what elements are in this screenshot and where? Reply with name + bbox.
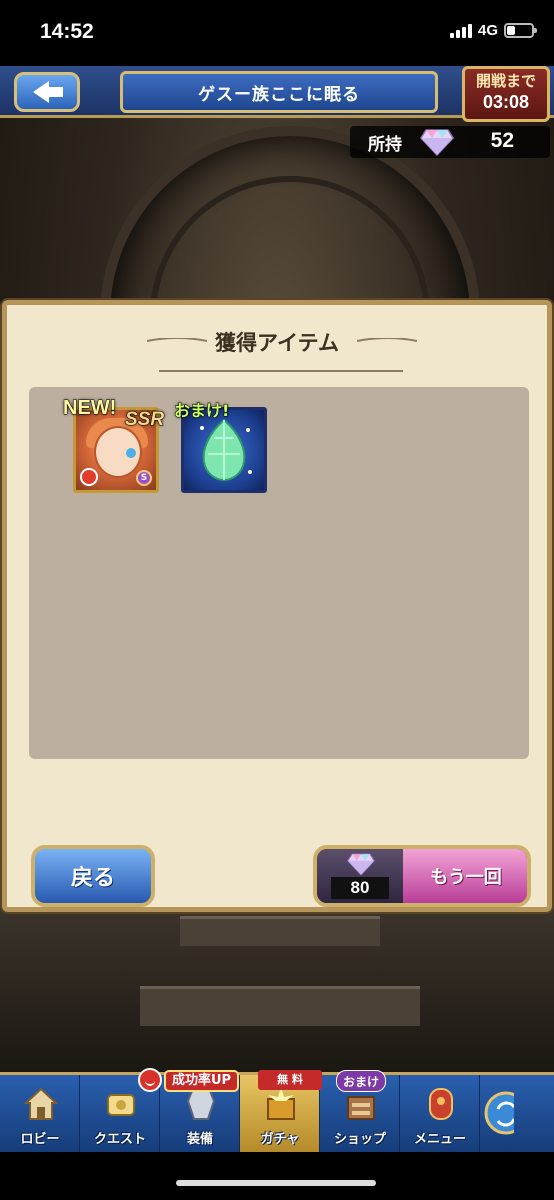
nav-lobby-label: ロビー [20, 1132, 60, 1147]
balance-label: 所持 [368, 135, 402, 155]
new-tag: NEW! [62, 397, 117, 420]
nav-equipment-label: 装備 [186, 1132, 213, 1147]
free-badge: 無 料 [258, 1070, 322, 1090]
back-arrow-button[interactable] [14, 72, 80, 112]
bonus-tag: おまけ! [173, 401, 230, 421]
draw-cost: 80 [317, 849, 403, 903]
gem-icon [420, 129, 454, 156]
nav-quest-label: クエスト [93, 1132, 146, 1147]
title-divider [159, 370, 403, 372]
home-indicator[interactable] [176, 1180, 376, 1186]
nav-menu-label: メニュー [413, 1132, 466, 1147]
success-up-badge: 成功率UP [164, 1070, 240, 1092]
nav-gacha-label: ガチャ [260, 1132, 300, 1147]
network-type: 4G [477, 22, 498, 39]
gem-balance: 所持 52 [350, 126, 550, 158]
event-timer-time: 03:08 [482, 92, 530, 112]
stone-step [140, 986, 420, 1026]
gem-icon [347, 853, 375, 876]
menu-icon [429, 1088, 453, 1120]
back-button[interactable]: 戻る [31, 845, 155, 907]
items-list: S NEW! SSR おまけ! [29, 387, 529, 759]
stone-step [180, 916, 380, 946]
result-panel: 獲得アイテム S NEW! SSR おまけ! 戻る 80 もう一回 [2, 300, 552, 912]
stage-title: ゲスー族ここに眠る [120, 71, 438, 113]
rank-icon: S [136, 470, 152, 486]
gacha-icon [267, 1087, 295, 1120]
bonus-badge: おまけ [336, 1070, 387, 1092]
nav-menu[interactable]: メニュー [400, 1075, 480, 1152]
event-timer[interactable]: 開戦まで 03:08 [462, 66, 550, 122]
quest-icon [107, 1094, 135, 1116]
draw-cost-value: 80 [331, 877, 389, 899]
title-ornament-right [357, 338, 417, 342]
battery-icon [504, 23, 537, 38]
lobby-icon [24, 1087, 58, 1120]
panel-title: 獲得アイテム [215, 331, 339, 355]
draw-again-button[interactable]: もう一回 [403, 849, 527, 903]
draw-again-group: 80 もう一回 [313, 845, 531, 907]
nav-shop-label: ショップ [333, 1132, 386, 1147]
status-indicators: 4G [449, 22, 537, 39]
balance-value: 52 [490, 129, 514, 152]
signal-icon [449, 23, 472, 38]
status-time: 14:52 [40, 20, 94, 43]
smile-badge-icon [138, 1068, 162, 1092]
green-gem-icon [200, 418, 252, 482]
nav-lobby[interactable]: ロビー [0, 1075, 80, 1152]
equipment-icon [186, 1090, 216, 1120]
ssr-rarity-tag: SSR [124, 409, 165, 431]
refresh-icon [484, 1091, 528, 1135]
refresh-button[interactable] [480, 1075, 528, 1152]
status-bar: 14:52 4G [0, 0, 554, 66]
home-bar [0, 1152, 554, 1200]
event-timer-label: 開戦まで [475, 72, 536, 90]
fire-element-icon [80, 468, 98, 486]
character-eye [126, 448, 136, 458]
arrow-left-icon [33, 81, 63, 103]
